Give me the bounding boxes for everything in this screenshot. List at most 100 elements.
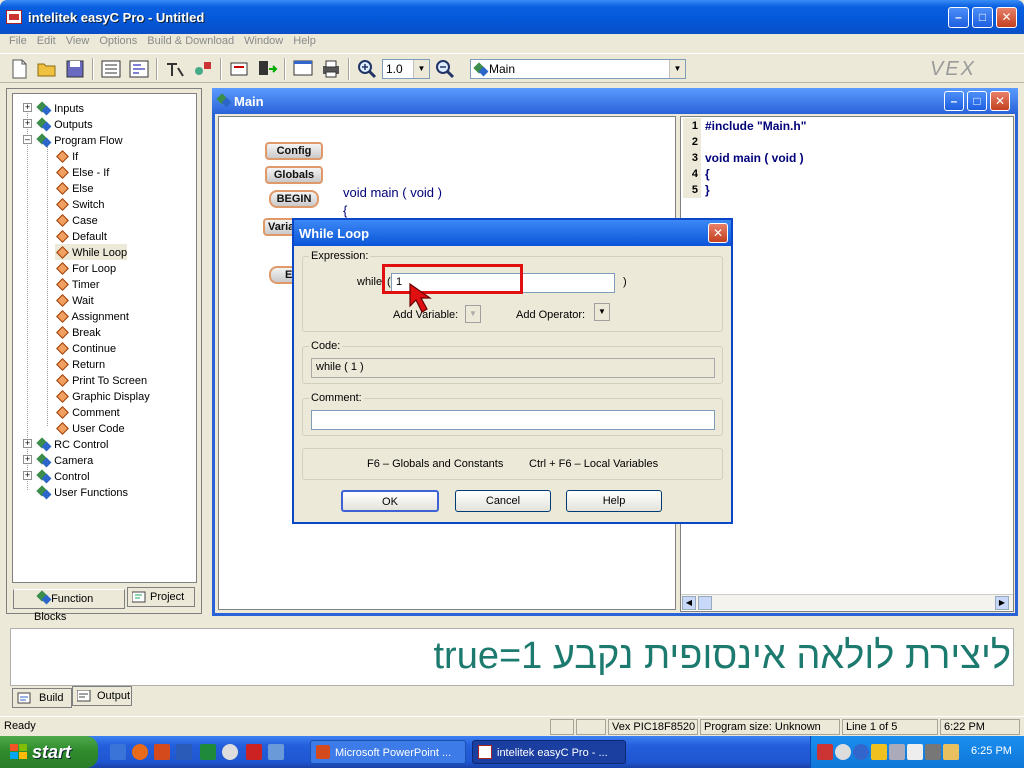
- tree-group-control[interactable]: + Control: [23, 468, 90, 484]
- tree-group-rc-control[interactable]: + RC Control: [23, 436, 108, 452]
- tray-clock-icon[interactable]: [835, 744, 851, 760]
- menu-help[interactable]: Help: [288, 34, 321, 48]
- tab-function-blocks[interactable]: Function Blocks: [13, 589, 125, 623]
- code-view-icon[interactable]: [128, 58, 150, 80]
- config-block[interactable]: Config: [265, 142, 323, 160]
- tree-item-for-loop[interactable]: For Loop: [55, 260, 116, 276]
- dialog-close-button[interactable]: ✕: [708, 223, 728, 243]
- quicklaunch-app-icon[interactable]: [246, 744, 262, 760]
- tree-group-camera[interactable]: + Camera: [23, 452, 93, 468]
- tree-item-print-to-screen[interactable]: Print To Screen: [55, 372, 147, 388]
- scroll-right-icon[interactable]: ▶: [995, 596, 1009, 610]
- tray-speaker-icon[interactable]: [925, 744, 941, 760]
- expand-icon[interactable]: +: [23, 471, 32, 480]
- open-folder-icon[interactable]: [36, 58, 58, 80]
- tree-item-user-code[interactable]: User Code: [55, 420, 125, 436]
- tree-item-while-loop[interactable]: While Loop: [55, 244, 128, 260]
- tree-group-outputs[interactable]: + Outputs: [23, 116, 93, 132]
- start-button[interactable]: start: [0, 736, 98, 768]
- tree-item-break[interactable]: Break: [55, 324, 101, 340]
- task-powerpoint[interactable]: Microsoft PowerPoint ...: [310, 740, 466, 764]
- tab-output[interactable]: Output: [72, 686, 132, 706]
- function-select[interactable]: Main ▼: [470, 59, 686, 79]
- save-icon[interactable]: [64, 58, 86, 80]
- collapse-icon[interactable]: –: [23, 135, 32, 144]
- zoom-out-icon[interactable]: [434, 58, 456, 80]
- maximize-button[interactable]: □: [967, 91, 987, 111]
- tools-icon[interactable]: [164, 58, 186, 80]
- tab-build[interactable]: Build: [12, 688, 72, 708]
- print-icon[interactable]: [320, 58, 342, 80]
- tree-item-else-if[interactable]: Else - If: [55, 164, 109, 180]
- new-file-icon[interactable]: [8, 58, 30, 80]
- tree-item-comment[interactable]: Comment: [55, 404, 120, 420]
- app-title-bar[interactable]: intelitek easyC Pro - Untitled – □ ✕: [0, 0, 1024, 34]
- quicklaunch-word-icon[interactable]: [176, 744, 192, 760]
- expand-icon[interactable]: +: [23, 455, 32, 464]
- close-button[interactable]: ✕: [990, 91, 1010, 111]
- menu-window[interactable]: Window: [239, 34, 288, 48]
- tree-item-case[interactable]: Case: [55, 212, 98, 228]
- menu-view[interactable]: View: [61, 34, 95, 48]
- quicklaunch-media-icon[interactable]: [222, 744, 238, 760]
- tray-device-icon[interactable]: [889, 744, 905, 760]
- tree-item-assignment[interactable]: Assignment: [55, 308, 128, 324]
- menu-build-download[interactable]: Build & Download: [142, 34, 239, 48]
- tree-item-graphic-display[interactable]: Graphic Display: [55, 388, 150, 404]
- tree-group-user-functions[interactable]: User Functions: [23, 484, 128, 500]
- tray-firefox-icon[interactable]: [853, 744, 869, 760]
- tree-group-inputs[interactable]: + Inputs: [23, 100, 84, 116]
- comment-input[interactable]: [311, 410, 715, 430]
- menu-file[interactable]: File: [4, 34, 32, 48]
- tray-app-icon[interactable]: [943, 744, 959, 760]
- maximize-button[interactable]: □: [972, 7, 993, 28]
- expand-icon[interactable]: +: [23, 439, 32, 448]
- tree-item-continue[interactable]: Continue: [55, 340, 116, 356]
- tree-item-return[interactable]: Return: [55, 356, 105, 372]
- minimize-button[interactable]: –: [944, 91, 964, 111]
- close-button[interactable]: ✕: [996, 7, 1017, 28]
- zoom-in-icon[interactable]: [356, 58, 378, 80]
- add-variable-dropdown[interactable]: ▼: [465, 305, 481, 323]
- menu-edit[interactable]: Edit: [32, 34, 61, 48]
- tree-item-else[interactable]: Else: [55, 180, 93, 196]
- zoom-select[interactable]: 1.0 ▼: [382, 59, 430, 79]
- tree-group-program-flow[interactable]: – Program Flow: [23, 132, 123, 148]
- scroll-left-icon[interactable]: ◀: [682, 596, 696, 610]
- terminal-icon[interactable]: [292, 58, 314, 80]
- expand-icon[interactable]: +: [23, 119, 32, 128]
- tree-item-timer[interactable]: Timer: [55, 276, 100, 292]
- ok-button[interactable]: OK: [341, 490, 439, 512]
- tree-item-wait[interactable]: Wait: [55, 292, 94, 308]
- scroll-thumb[interactable]: [698, 596, 712, 610]
- tray-usb-icon[interactable]: [907, 744, 923, 760]
- add-operator-dropdown[interactable]: ▼: [594, 303, 610, 321]
- help-button[interactable]: Help: [566, 490, 662, 512]
- cancel-button[interactable]: Cancel: [455, 490, 551, 512]
- horizontal-scrollbar[interactable]: ◀ ▶: [681, 594, 1013, 610]
- quicklaunch-desktop-icon[interactable]: [110, 744, 126, 760]
- quicklaunch-firefox-icon[interactable]: [132, 744, 148, 760]
- tree-item-switch[interactable]: Switch: [55, 196, 104, 212]
- tree-item-if[interactable]: If: [55, 148, 78, 164]
- build-icon[interactable]: [228, 58, 250, 80]
- chevron-down-icon[interactable]: ▼: [413, 60, 429, 78]
- expand-icon[interactable]: +: [23, 103, 32, 112]
- globals-block[interactable]: Globals: [265, 166, 323, 184]
- quicklaunch-app2-icon[interactable]: [268, 744, 284, 760]
- download-icon[interactable]: [256, 58, 278, 80]
- tray-warning-icon[interactable]: [871, 744, 887, 760]
- dialog-title-bar[interactable]: While Loop ✕: [294, 220, 731, 246]
- flowchart-view-icon[interactable]: [100, 58, 122, 80]
- begin-block[interactable]: BEGIN: [269, 190, 319, 208]
- quicklaunch-excel-icon[interactable]: [200, 744, 216, 760]
- minimize-button[interactable]: –: [948, 7, 969, 28]
- main-window-title-bar[interactable]: Main – □ ✕: [212, 88, 1018, 114]
- menu-options[interactable]: Options: [94, 34, 142, 48]
- task-easyc[interactable]: intelitek easyC Pro - ...: [472, 740, 626, 764]
- tree-item-default[interactable]: Default: [55, 228, 107, 244]
- tray-network-icon[interactable]: [817, 744, 833, 760]
- chevron-down-icon[interactable]: ▼: [669, 60, 685, 78]
- quicklaunch-powerpoint-icon[interactable]: [154, 744, 170, 760]
- tools2-icon[interactable]: [192, 58, 214, 80]
